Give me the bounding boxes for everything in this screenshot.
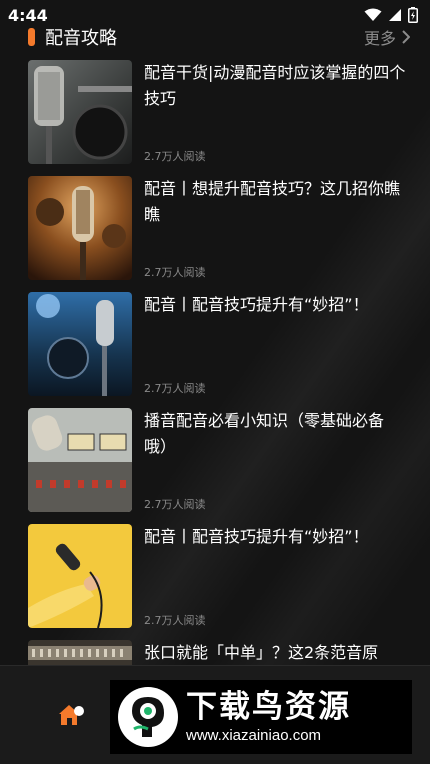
article-thumbnail: [28, 408, 132, 512]
tab-home[interactable]: [58, 704, 84, 730]
article-thumbnail: [28, 176, 132, 280]
article-thumbnail: [28, 292, 132, 396]
article-list: 配音干货|动漫配音时应该掌握的四个技巧 2.7万人阅读 配音丨想提升配音技巧？这: [28, 60, 410, 756]
article-item[interactable]: 配音丨配音技巧提升有“妙招”！ 2.7万人阅读: [28, 524, 410, 628]
article-item[interactable]: 配音丨想提升配音技巧？这几招你瞧瞧 2.7万人阅读: [28, 176, 410, 280]
article-title: 张口就能「中单」？这2条范音原: [144, 643, 379, 662]
status-bar: 4:44: [0, 0, 430, 30]
chevron-right-icon: [402, 30, 410, 44]
watermark-url: www.xiazainiao.com: [186, 727, 322, 744]
watermark-name: 下载鸟资源: [186, 689, 351, 725]
watermark-banner: 下载鸟资源 www.xiazainiao.com: [110, 680, 412, 754]
article-title: 配音干货|动漫配音时应该掌握的四个技巧: [144, 63, 406, 108]
article-thumbnail: [28, 60, 132, 164]
battery-icon: [408, 7, 418, 23]
article-thumbnail: [28, 524, 132, 628]
accent-bar: [28, 28, 35, 46]
article-read-count: 2.7万人阅读: [144, 150, 206, 163]
article-read-count: 2.7万人阅读: [144, 266, 206, 279]
status-time: 4:44: [8, 5, 48, 25]
article-title: 配音丨配音技巧提升有“妙招”！: [144, 295, 369, 314]
article-read-count: 2.7万人阅读: [144, 382, 206, 395]
article-item[interactable]: 配音干货|动漫配音时应该掌握的四个技巧 2.7万人阅读: [28, 60, 410, 164]
watermark-logo: [118, 687, 178, 747]
article-item[interactable]: 播音配音必看小知识（零基础必备哦） 2.7万人阅读: [28, 408, 410, 512]
article-title: 配音丨想提升配音技巧？这几招你瞧瞧: [144, 179, 401, 224]
article-title: 配音丨配音技巧提升有“妙招”！: [144, 527, 369, 546]
bird-logo-icon: [132, 697, 164, 737]
status-icons: [364, 7, 418, 23]
home-icon: [59, 705, 84, 725]
article-read-count: 2.7万人阅读: [144, 614, 206, 627]
article-read-count: 2.7万人阅读: [144, 498, 206, 511]
signal-icon: [389, 9, 401, 21]
article-item[interactable]: 配音丨配音技巧提升有“妙招”！ 2.7万人阅读: [28, 292, 410, 396]
wifi-icon: [364, 8, 382, 21]
article-title: 播音配音必看小知识（零基础必备哦）: [144, 411, 385, 456]
bottom-nav-bar: 下载鸟资源 www.xiazainiao.com: [0, 665, 430, 764]
